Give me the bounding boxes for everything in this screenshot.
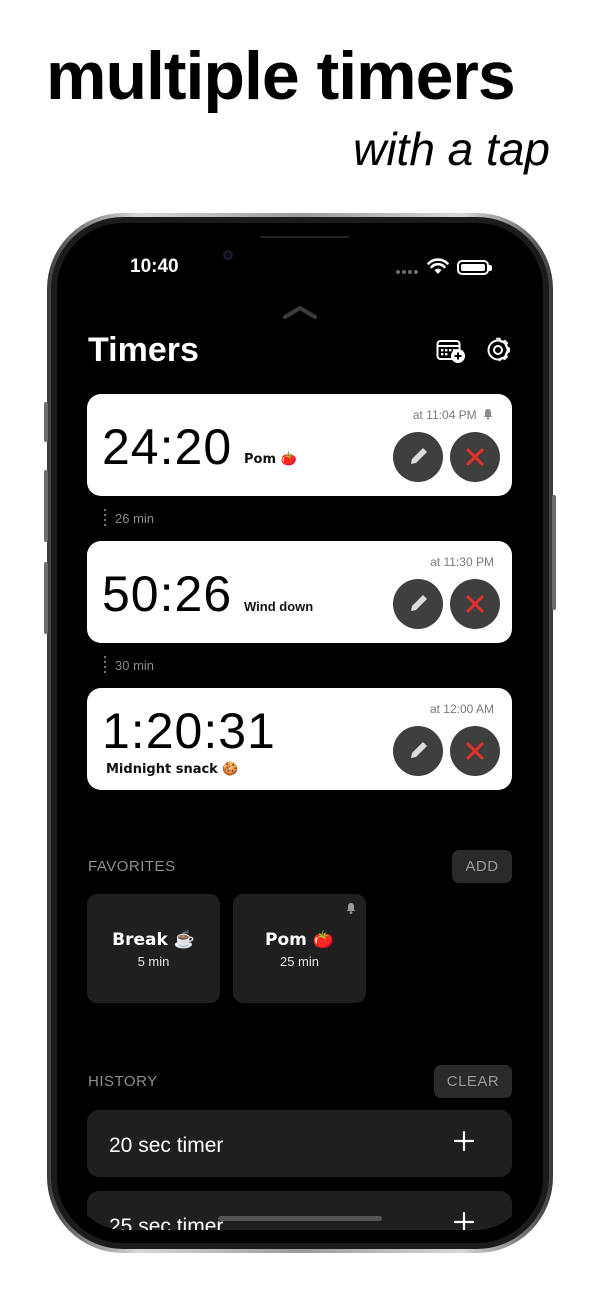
status-time: 10:40 bbox=[130, 256, 179, 277]
close-icon bbox=[466, 448, 484, 466]
favorite-name: Pom 🍅 bbox=[265, 930, 334, 950]
alarm-time: at 11:30 PM bbox=[430, 555, 494, 569]
pencil-icon bbox=[411, 448, 427, 464]
timer-card[interactable]: at 12:00 AM 1:20:31 Midnight snack 🍪 bbox=[87, 688, 512, 790]
app-screen: 10:40 Timers at 11:04 PM 24:20 Pom 🍅 26 … bbox=[70, 236, 530, 1230]
favorite-card[interactable]: Break ☕️ 5 min bbox=[87, 894, 220, 1003]
chevron-up-icon[interactable] bbox=[282, 304, 318, 320]
home-indicator[interactable] bbox=[218, 1216, 382, 1221]
timer-card[interactable]: at 11:30 PM 50:26 Wind down bbox=[87, 541, 512, 643]
favorite-card[interactable]: Pom 🍅 25 min bbox=[233, 894, 366, 1003]
timer-countdown: 24:20 bbox=[102, 419, 233, 475]
page-title: Timers bbox=[88, 331, 199, 369]
phone-volume-down bbox=[44, 562, 48, 634]
bell-icon bbox=[346, 903, 356, 914]
plus-icon[interactable] bbox=[454, 1212, 474, 1230]
favorites-title: FAVORITES bbox=[88, 858, 176, 875]
timer-label: Wind down bbox=[244, 599, 314, 614]
favorite-duration: 5 min bbox=[137, 954, 170, 969]
calendar-add-icon[interactable] bbox=[436, 338, 466, 364]
delete-timer-button[interactable] bbox=[450, 726, 500, 776]
history-title: HISTORY bbox=[88, 1073, 158, 1090]
marketing-subhead: with a tap bbox=[353, 123, 550, 175]
battery-icon bbox=[457, 260, 492, 275]
timer-countdown: 50:26 bbox=[102, 566, 233, 622]
delete-timer-button[interactable] bbox=[450, 579, 500, 629]
history-item[interactable]: 20 sec timer bbox=[87, 1110, 512, 1177]
wifi-icon bbox=[427, 258, 449, 274]
timer-countdown: 1:20:31 bbox=[102, 703, 276, 759]
pencil-icon bbox=[411, 742, 427, 758]
speaker-grille bbox=[260, 236, 350, 238]
add-favorite-button[interactable]: ADD bbox=[452, 850, 512, 883]
marketing-headline: multiple timers bbox=[46, 38, 516, 114]
edit-timer-button[interactable] bbox=[393, 432, 443, 482]
close-icon bbox=[466, 595, 484, 613]
favorite-name: Break ☕️ bbox=[112, 930, 195, 950]
history-item[interactable]: 25 sec timer bbox=[87, 1191, 512, 1230]
phone-mute-switch bbox=[44, 402, 48, 442]
timer-label: Pom 🍅 bbox=[244, 452, 297, 467]
close-icon bbox=[466, 742, 484, 760]
alarm-time: at 11:04 PM bbox=[413, 408, 494, 422]
bell-icon bbox=[483, 409, 493, 420]
favorite-duration: 25 min bbox=[279, 954, 320, 969]
phone-volume-up bbox=[44, 470, 48, 542]
history-item-label: 25 sec timer bbox=[109, 1215, 224, 1230]
edit-timer-button[interactable] bbox=[393, 726, 443, 776]
pencil-icon bbox=[411, 595, 427, 611]
alarm-time: at 12:00 AM bbox=[429, 702, 494, 716]
timer-card[interactable]: at 11:04 PM 24:20 Pom 🍅 bbox=[87, 394, 512, 496]
timer-label: Midnight snack 🍪 bbox=[106, 762, 239, 777]
front-camera bbox=[223, 250, 233, 260]
clear-history-button[interactable]: CLEAR bbox=[434, 1065, 512, 1098]
delete-timer-button[interactable] bbox=[450, 432, 500, 482]
plus-icon[interactable] bbox=[454, 1131, 474, 1151]
edit-timer-button[interactable] bbox=[393, 579, 443, 629]
gear-icon[interactable] bbox=[484, 336, 512, 364]
cellular-signal-icon bbox=[396, 270, 420, 274]
history-item-label: 20 sec timer bbox=[109, 1134, 224, 1157]
phone-power-button bbox=[552, 495, 556, 610]
